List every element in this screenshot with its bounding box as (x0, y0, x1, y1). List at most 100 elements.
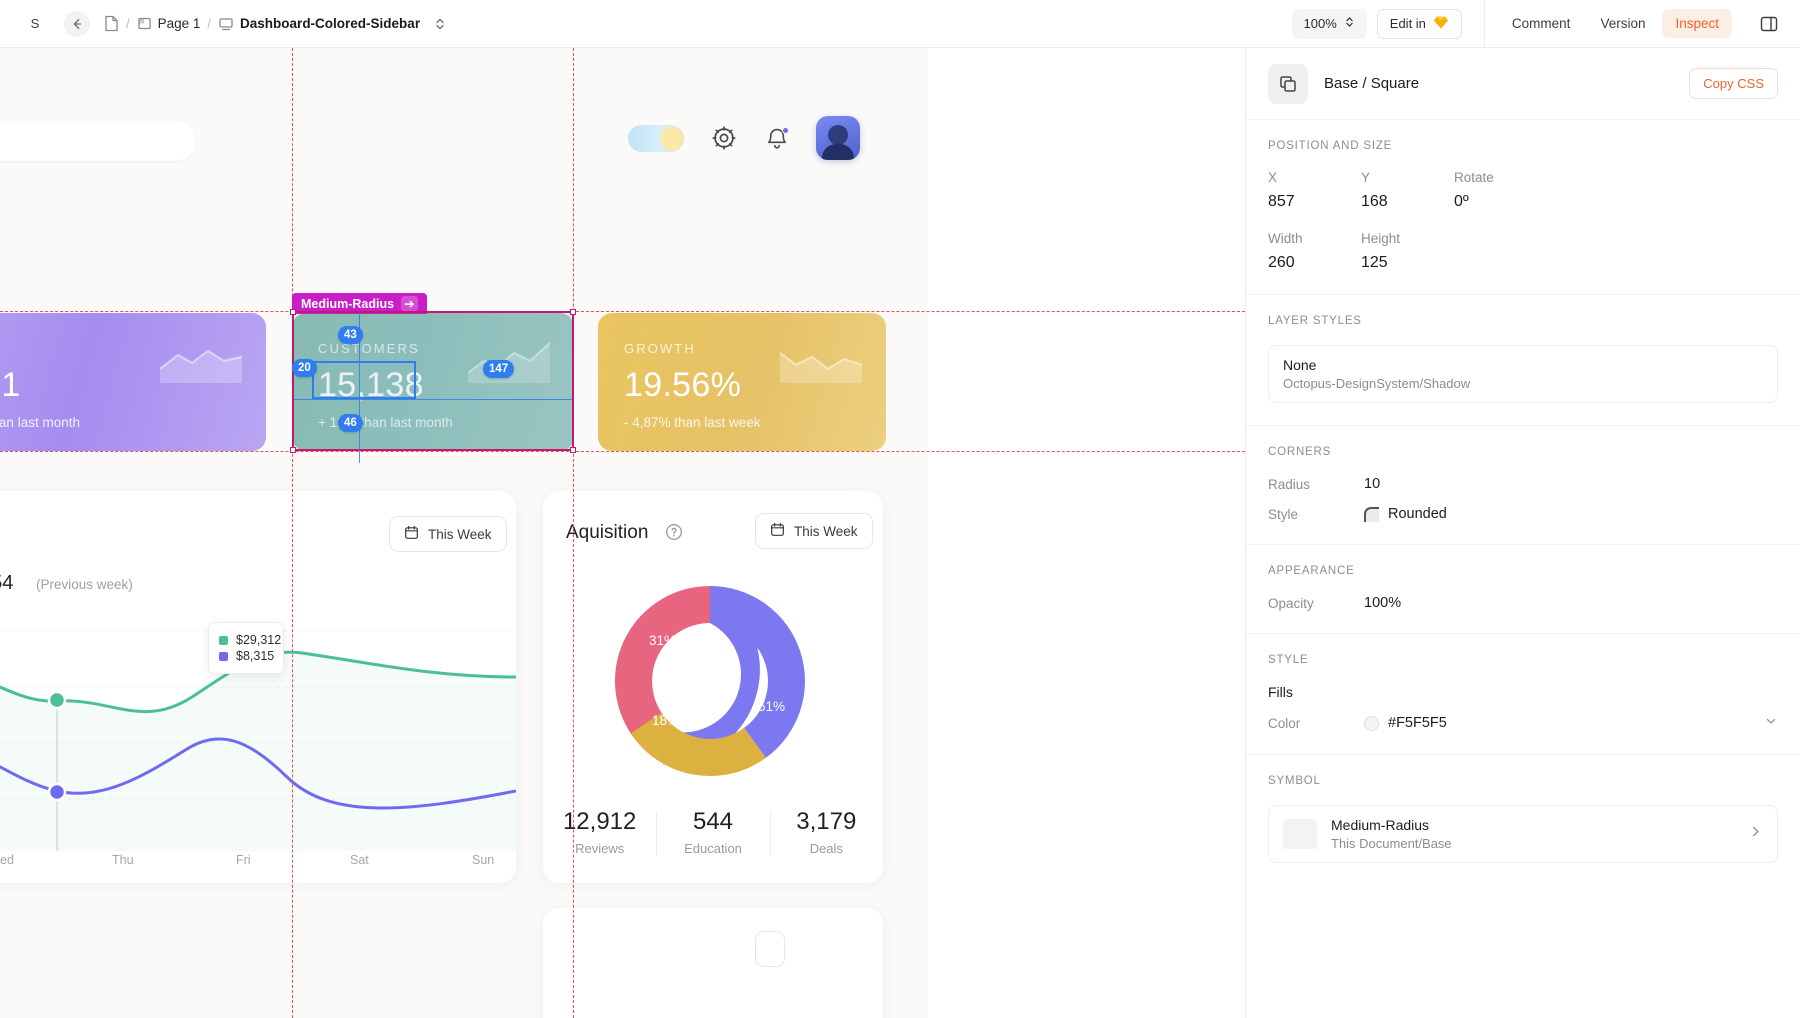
field-value: 100% (1364, 595, 1402, 611)
avatar[interactable] (816, 116, 860, 160)
guide-vertical-left (292, 48, 293, 1018)
section-title: APPEARANCE (1268, 565, 1355, 577)
x-tick: Sun (472, 853, 495, 867)
selection-handle[interactable] (570, 309, 576, 315)
field-label: Style (1268, 506, 1299, 522)
sparkline-icon (159, 349, 243, 383)
x-tick: Thu (112, 853, 134, 867)
chart-range-button[interactable]: This Week (389, 516, 507, 552)
acquisition-donut-chart (614, 586, 805, 777)
stat-value: 544 (692, 808, 734, 835)
acquisition-stats: 12,912 Reviews 544 Education 3,179 Deals (543, 808, 883, 856)
symbol-card[interactable]: Medium-Radius This Document/Base (1268, 805, 1778, 863)
bell-icon[interactable] (764, 125, 790, 151)
main-body: ORDERS 5,661 + 3,21% than last month CUS… (0, 48, 1800, 1018)
field-value-wrap: #F5F5F5 (1364, 714, 1778, 732)
field-label: Rotate (1454, 170, 1494, 185)
stat-value: 3,179 (796, 808, 857, 835)
x-tick: Sat (350, 853, 369, 867)
bottom-panel (543, 908, 883, 1018)
section-layer-styles: LAYER STYLES None Octopus-DesignSystem/S… (1246, 295, 1800, 426)
section-symbol: SYMBOL Medium-Radius This Document/Base (1246, 755, 1800, 885)
zoom-selector[interactable]: 100% (1291, 8, 1367, 39)
acquisition-range-label: This Week (794, 523, 858, 539)
chevron-updown-icon (1344, 15, 1355, 32)
edit-in-label: Edit in (1389, 16, 1426, 31)
field-y: Y 168 (1361, 170, 1454, 211)
kpi-card-orders[interactable]: ORDERS 5,661 + 3,21% than last month (0, 313, 266, 451)
selection-handle[interactable] (570, 447, 576, 453)
kpi-delta: + 3,21% than last month (0, 415, 80, 430)
top-toolbar: S / Page 1 / Dashboard-Colored-Sidebar 1… (0, 0, 1800, 48)
field-rotate: Rotate 0º (1454, 170, 1547, 211)
breadcrumb-document[interactable] (104, 15, 119, 32)
page-icon (137, 16, 152, 31)
chart-range-label: This Week (428, 526, 492, 542)
series-swatch (219, 651, 228, 661)
layer-style-card[interactable]: None Octopus-DesignSystem/Shadow (1268, 345, 1778, 403)
tab-comment[interactable]: Comment (1499, 9, 1584, 38)
copy-css-button[interactable]: Copy CSS (1689, 68, 1778, 99)
kpi-card-growth[interactable]: GROWTH 19.56% - 4,87% than last week (598, 313, 886, 451)
measure-badge: 20 (292, 359, 317, 377)
acquisition-range-button[interactable]: This Week (755, 513, 873, 549)
acquisition-title: Aquisition (566, 522, 649, 543)
field-label: Opacity (1268, 595, 1314, 611)
question-circle-icon[interactable] (665, 523, 683, 546)
design-canvas[interactable]: ORDERS 5,661 + 3,21% than last month CUS… (0, 48, 1245, 1018)
breadcrumb-artboard[interactable]: Dashboard-Colored-Sidebar (218, 16, 446, 32)
calendar-icon (404, 525, 419, 543)
avatar-face (828, 125, 848, 145)
selection-handle[interactable] (290, 447, 296, 453)
field-radius: Radius 10 (1268, 476, 1778, 492)
color-swatch (1364, 715, 1379, 731)
size-row: Width 260 Height 125 (1268, 231, 1778, 272)
toolbar-left: S / Page 1 / Dashboard-Colored-Sidebar (0, 10, 1292, 37)
section-title: CORNERS (1268, 446, 1332, 458)
chevron-right-icon[interactable] (1748, 824, 1763, 844)
breadcrumb-page[interactable]: Page 1 (137, 16, 200, 31)
selection-handle[interactable] (290, 309, 296, 315)
inspector-header: Base / Square Copy CSS (1246, 48, 1800, 120)
toggle-knob (660, 127, 681, 149)
symbol-tag-label: Medium-Radius (301, 296, 395, 311)
split-panel-icon[interactable] (1752, 7, 1786, 41)
tooltip-row: $8,315 (219, 649, 275, 663)
symbol-source: This Document/Base (1331, 836, 1452, 851)
field-value: 857 (1268, 193, 1295, 210)
series-swatch (219, 635, 228, 645)
sparkline-icon (779, 352, 863, 383)
field-value: Rounded (1388, 506, 1447, 522)
section-title: SYMBOL (1268, 775, 1321, 787)
gear-icon[interactable] (710, 124, 738, 152)
measure-line-horizontal (294, 399, 572, 400)
stat-cell: 12,912 Reviews (543, 808, 656, 856)
chevron-updown-icon[interactable] (434, 16, 446, 32)
position-row: X 857 Y 168 Rotate 0º (1268, 170, 1778, 211)
tooltip-value: $8,315 (236, 649, 275, 663)
field-value: 125 (1361, 254, 1388, 271)
breadcrumb-separator-2: / (207, 16, 212, 31)
tab-version[interactable]: Version (1587, 9, 1658, 38)
app-logo[interactable]: S (18, 16, 52, 31)
layer-style-source: Octopus-DesignSystem/Shadow (1283, 376, 1471, 391)
symbol-text: Medium-Radius This Document/Base (1331, 817, 1452, 851)
stat-cell: 3,179 Deals (769, 808, 883, 856)
tab-inspect[interactable]: Inspect (1662, 9, 1732, 38)
stat-cell: 544 Education (656, 808, 769, 856)
arrow-left-icon (73, 18, 82, 29)
field-opacity: Opacity 100% (1268, 595, 1778, 611)
bottom-range-button[interactable] (755, 931, 785, 967)
artboard-dashboard: ORDERS 5,661 + 3,21% than last month CUS… (0, 48, 928, 1018)
field-spacer (1454, 231, 1547, 272)
calendar-icon (770, 522, 785, 540)
edit-in-sketch-button[interactable]: Edit in (1376, 8, 1462, 39)
theme-toggle[interactable] (628, 124, 684, 152)
inspector-layer-name: Base / Square (1324, 75, 1420, 92)
donut-slice-label: 51% (758, 699, 786, 714)
back-button[interactable] (64, 10, 90, 37)
section-title: LAYER STYLES (1268, 315, 1362, 327)
chevron-down-icon[interactable] (1764, 714, 1778, 732)
search-bar[interactable] (0, 121, 196, 161)
field-color: Color #F5F5F5 (1268, 714, 1778, 732)
